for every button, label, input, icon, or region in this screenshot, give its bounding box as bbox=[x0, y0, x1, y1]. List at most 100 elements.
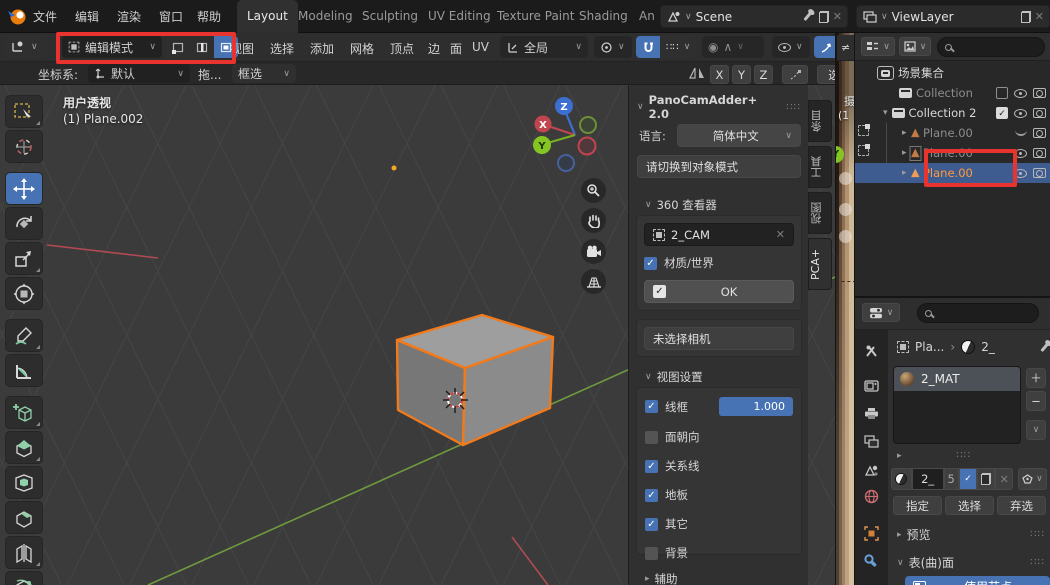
eye-closed-icon[interactable] bbox=[1015, 130, 1027, 136]
exclude-checkbox[interactable] bbox=[996, 87, 1008, 99]
transform-orientation-dropdown[interactable]: 全局 ∨ bbox=[500, 36, 588, 58]
switch-object-mode-button[interactable]: 请切换到对象模式 bbox=[637, 155, 801, 178]
mini-pan-button[interactable] bbox=[839, 203, 852, 216]
tab-modifier-properties[interactable] bbox=[855, 548, 888, 574]
tab-world-properties[interactable] bbox=[855, 483, 888, 509]
mini-camera-button[interactable] bbox=[839, 230, 852, 243]
language-dropdown[interactable]: 简体中文 ∨ bbox=[677, 124, 801, 147]
secondary-3d-viewport[interactable]: ≠ 摄 (1 Y bbox=[835, 33, 855, 585]
mode-dropdown[interactable]: 编辑模式 ∨ bbox=[62, 36, 162, 58]
select-button[interactable]: 选择 bbox=[945, 496, 994, 515]
deselect-button[interactable]: 弃选 bbox=[997, 496, 1046, 515]
checkbox-checked-icon[interactable]: ✓ bbox=[645, 400, 658, 413]
menu-add[interactable]: 添加 bbox=[310, 40, 334, 57]
pan-hand-button[interactable] bbox=[581, 208, 606, 233]
navigation-gizmo[interactable]: Z X Y bbox=[528, 91, 612, 175]
tool-loop-cut[interactable] bbox=[5, 536, 43, 569]
breadcrumb-object[interactable]: Pla... bbox=[915, 340, 944, 354]
close-icon[interactable]: ✕ bbox=[833, 10, 842, 23]
select-mode-vertex-button[interactable] bbox=[166, 36, 190, 58]
tab-tool[interactable]: 工具 bbox=[808, 146, 832, 188]
tab-output-properties[interactable] bbox=[855, 400, 888, 426]
ok-button[interactable]: ✓ OK bbox=[644, 280, 794, 303]
collapsed-icon[interactable]: ▸ bbox=[897, 451, 902, 461]
mirror-y-button[interactable]: Y bbox=[732, 65, 751, 84]
drag-label[interactable]: 拖... bbox=[198, 66, 221, 83]
tab-particle-properties[interactable] bbox=[855, 576, 888, 585]
tool-annotate[interactable] bbox=[5, 319, 43, 352]
workspace-tab-sculpting[interactable]: Sculpting bbox=[352, 0, 428, 33]
relationship-lines-row[interactable]: ✓ 关系线 bbox=[645, 458, 793, 474]
node-tree-selector[interactable]: ∨ bbox=[1018, 468, 1047, 490]
tool-knife[interactable] bbox=[5, 571, 43, 585]
preview-panel-header[interactable]: ▸ 预览 ∷∷ bbox=[897, 526, 1045, 543]
menu-uv[interactable]: UV bbox=[472, 40, 489, 54]
proportional-editing-buttons[interactable]: ◉ ∧ ∨ bbox=[702, 36, 764, 58]
tab-item[interactable]: 条目 bbox=[808, 100, 832, 142]
camera-render-icon[interactable] bbox=[1033, 148, 1046, 158]
tab-render-properties[interactable] bbox=[855, 372, 888, 398]
checkbox-unchecked-icon[interactable] bbox=[645, 431, 658, 444]
workspace-tab-animation[interactable]: An bbox=[629, 0, 655, 33]
mini-zoom-button[interactable] bbox=[839, 172, 852, 185]
3d-viewport[interactable]: 用户透视 (1) Plane.002 bbox=[0, 85, 835, 585]
outliner-row-collection[interactable]: Collection bbox=[855, 83, 1050, 103]
menu-edit[interactable]: 编辑 bbox=[75, 8, 99, 25]
new-scene-icon[interactable] bbox=[819, 11, 829, 23]
properties-editor-type-button[interactable]: ∨ bbox=[862, 303, 900, 322]
fake-user-shield-button[interactable]: ✓ bbox=[959, 468, 978, 490]
expand-icon[interactable]: ▸ bbox=[902, 148, 907, 158]
tool-cursor[interactable] bbox=[5, 130, 43, 163]
checkbox-checked-icon[interactable]: ✓ bbox=[644, 257, 657, 270]
expand-icon[interactable]: ▸ bbox=[902, 128, 907, 138]
pin-icon[interactable] bbox=[1040, 343, 1048, 352]
unlink-material-button[interactable]: ✕ bbox=[995, 468, 1013, 490]
material-users-count[interactable]: 5 bbox=[944, 468, 959, 490]
tool-bevel[interactable] bbox=[5, 501, 43, 534]
zoom-button[interactable] bbox=[581, 178, 606, 203]
menu-render[interactable]: 渲染 bbox=[117, 8, 141, 25]
slot-specials-button[interactable]: ∨ bbox=[1026, 420, 1046, 440]
show-gizmo-dropdown[interactable]: ∨ bbox=[772, 36, 810, 58]
view-settings-header[interactable]: ∨ 视图设置 bbox=[645, 369, 703, 385]
display-mode-dropdown[interactable]: ∨ bbox=[861, 37, 895, 56]
add-slot-button[interactable]: ＋ bbox=[1026, 368, 1046, 388]
exclude-checkbox-checked[interactable]: ✓ bbox=[996, 107, 1008, 119]
properties-search-input[interactable] bbox=[917, 303, 1039, 323]
snap-toggle-button[interactable] bbox=[636, 36, 660, 58]
material-world-checkbox-row[interactable]: ✓ 材质/世界 bbox=[644, 255, 794, 271]
tool-extrude[interactable] bbox=[5, 431, 43, 464]
snap-proportional-button[interactable] bbox=[782, 65, 808, 84]
assist-section-header[interactable]: ▸ 辅助 bbox=[645, 571, 678, 585]
coord-system-dropdown[interactable]: 默认 ∨ bbox=[88, 64, 190, 83]
expand-icon[interactable]: ▾ bbox=[883, 108, 888, 118]
remove-slot-button[interactable]: − bbox=[1026, 391, 1046, 411]
select-box-dropdown[interactable]: 框选 ∨ bbox=[232, 64, 296, 83]
checkbox-unchecked-icon[interactable] bbox=[645, 547, 658, 560]
outliner-row-plane1[interactable]: ▸ ▼ Plane.00 bbox=[855, 123, 1050, 143]
mirror-x-button[interactable]: X bbox=[710, 65, 729, 84]
face-orientation-row[interactable]: 面朝向 bbox=[645, 429, 793, 445]
tab-object-properties[interactable] bbox=[855, 520, 888, 546]
menu-select[interactable]: 选择 bbox=[270, 40, 294, 57]
outliner-row-scene-collection[interactable]: 场景集合 bbox=[855, 63, 1050, 83]
material-browse-button[interactable] bbox=[891, 468, 912, 490]
scene-selector[interactable]: ∨ Scene ✕ bbox=[660, 5, 848, 28]
new-viewlayer-icon[interactable] bbox=[1021, 11, 1031, 23]
tool-select-box[interactable] bbox=[5, 95, 43, 128]
assign-button[interactable]: 指定 bbox=[893, 496, 942, 515]
tab-viewlayer-properties[interactable] bbox=[855, 428, 888, 454]
outliner-search-input[interactable] bbox=[937, 37, 1045, 57]
editor-type-button[interactable]: ∨ bbox=[4, 36, 48, 58]
tool-transform[interactable] bbox=[5, 277, 43, 310]
pin-icon[interactable] bbox=[804, 12, 812, 21]
viewlayer-selector[interactable]: ∨ ViewLayer ✕ bbox=[856, 5, 1050, 28]
material-name-field[interactable]: 2_ bbox=[912, 468, 944, 490]
menu-help[interactable]: 帮助 bbox=[197, 8, 221, 25]
copy-material-button[interactable] bbox=[977, 468, 995, 490]
camera-render-icon[interactable] bbox=[1033, 168, 1046, 178]
eye-icon[interactable] bbox=[1014, 89, 1027, 98]
camera-field[interactable]: 2_CAM ✕ bbox=[644, 223, 794, 246]
select-mode-edge-button[interactable] bbox=[190, 36, 214, 58]
breadcrumb-material[interactable]: 2_ bbox=[981, 340, 1036, 354]
